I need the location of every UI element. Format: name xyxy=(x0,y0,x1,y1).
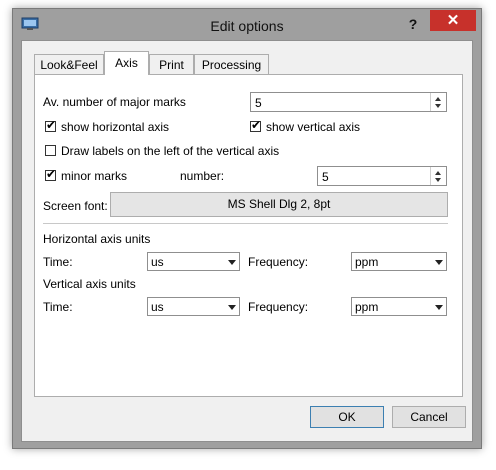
vertical-time-select[interactable]: us xyxy=(147,297,240,316)
vertical-frequency-label: Frequency: xyxy=(248,300,309,314)
minor-marks-number-spinbox[interactable]: 5 xyxy=(317,166,447,186)
cancel-button[interactable]: Cancel xyxy=(392,406,466,428)
vertical-frequency-value: ppm xyxy=(355,300,379,314)
edit-options-window: Edit options ? ✕ Look&Feel Axis Print Pr… xyxy=(12,8,482,449)
close-button[interactable]: ✕ xyxy=(430,10,476,31)
ok-button[interactable]: OK xyxy=(310,406,384,428)
labels-left-checkbox[interactable] xyxy=(45,145,56,156)
tab-processing[interactable]: Processing xyxy=(194,54,269,74)
horizontal-axis-units-heading: Horizontal axis units xyxy=(43,232,151,246)
show-horizontal-axis-label: show horizontal axis xyxy=(61,120,170,134)
checkmark-icon: ✔ xyxy=(46,167,57,181)
labels-left-label: Draw labels on the left of the vertical … xyxy=(61,144,280,158)
horizontal-time-label: Time: xyxy=(43,255,73,269)
minor-marks-number-value: 5 xyxy=(322,170,329,184)
axis-tab-panel: Av. number of major marks 5 ✔ show horiz… xyxy=(34,74,463,397)
vertical-time-label: Time: xyxy=(43,300,73,314)
screen-font-button[interactable]: MS Shell Dlg 2, 8pt xyxy=(110,192,448,217)
minor-marks-spin-arrows[interactable] xyxy=(430,167,446,185)
screen-font-label: Screen font: xyxy=(43,199,108,213)
vertical-frequency-select[interactable]: ppm xyxy=(351,297,447,316)
checkmark-icon: ✔ xyxy=(251,118,262,132)
show-vertical-axis-checkbox[interactable]: ✔ xyxy=(250,118,262,132)
help-button[interactable]: ? xyxy=(404,14,422,34)
minor-marks-label: minor marks xyxy=(61,169,128,183)
tab-look-and-feel[interactable]: Look&Feel xyxy=(34,54,104,74)
dialog-client-area: Look&Feel Axis Print Processing Av. numb… xyxy=(21,40,473,442)
chevron-down-icon[interactable] xyxy=(431,298,446,315)
tab-axis[interactable]: Axis xyxy=(104,51,149,75)
vertical-time-value: us xyxy=(151,300,164,314)
horizontal-frequency-value: ppm xyxy=(355,255,379,269)
tab-print[interactable]: Print xyxy=(149,54,194,74)
horizontal-time-value: us xyxy=(151,255,164,269)
minor-marks-checkbox[interactable]: ✔ xyxy=(45,167,57,181)
major-marks-spin-arrows[interactable] xyxy=(430,93,446,111)
horizontal-time-select[interactable]: us xyxy=(147,252,240,271)
title-bar[interactable]: Edit options ? ✕ xyxy=(13,9,481,41)
major-marks-value: 5 xyxy=(255,96,262,110)
spin-up-icon[interactable] xyxy=(435,97,441,101)
vertical-axis-units-heading: Vertical axis units xyxy=(43,277,136,291)
show-vertical-axis-label: show vertical axis xyxy=(266,120,361,134)
chevron-down-icon[interactable] xyxy=(224,253,239,270)
horizontal-frequency-label: Frequency: xyxy=(248,255,309,269)
number-label: number: xyxy=(180,169,225,183)
horizontal-frequency-select[interactable]: ppm xyxy=(351,252,447,271)
chevron-down-icon[interactable] xyxy=(431,253,446,270)
spin-down-icon[interactable] xyxy=(435,178,441,182)
major-marks-label: Av. number of major marks xyxy=(43,95,186,109)
major-marks-spinbox[interactable]: 5 xyxy=(250,92,447,112)
separator xyxy=(43,223,448,224)
show-horizontal-axis-checkbox[interactable]: ✔ xyxy=(45,118,57,132)
checkmark-icon: ✔ xyxy=(46,118,57,132)
spin-up-icon[interactable] xyxy=(435,171,441,175)
spin-down-icon[interactable] xyxy=(435,104,441,108)
chevron-down-icon[interactable] xyxy=(224,298,239,315)
